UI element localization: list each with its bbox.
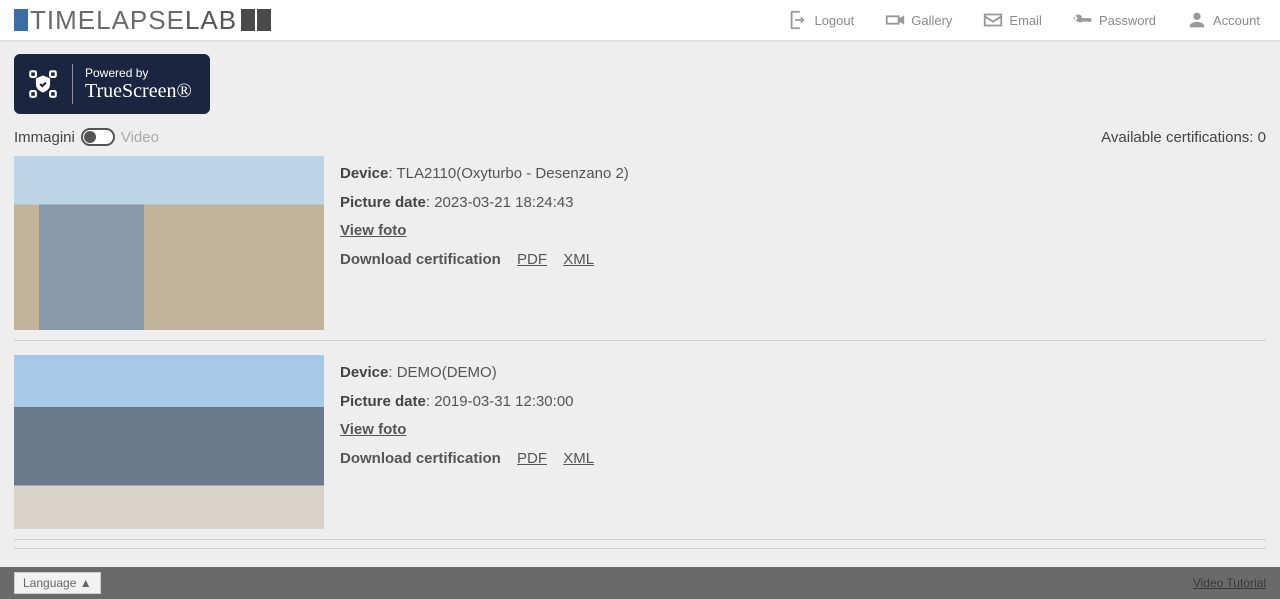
list-item: Device: TLA2110(Oxyturbo - Desenzano 2) … [14,152,1266,341]
nav-logout-label: Logout [814,13,854,28]
video-tutorial-link[interactable]: Video Tutorial [1193,576,1266,590]
nav-account[interactable]: Account [1186,9,1260,31]
picture-date-value: 2019-03-31 12:30:00 [434,393,573,410]
email-icon [982,9,1004,31]
picture-date-label: Picture date [340,194,426,211]
device-label: Device [340,165,388,182]
account-icon [1186,9,1208,31]
nav-account-label: Account [1213,13,1260,28]
logo-text-2: LAB [185,5,237,36]
footer: Language ▲ Video Tutorial [0,567,1280,599]
header: TIMELAPSELAB Logout Gallery Email Passwo… [0,0,1280,42]
download-cert-label: Download certification [340,450,501,467]
nav-logout[interactable]: Logout [787,9,854,31]
crane-graphic [84,361,204,441]
content: Powered by TrueScreen® Immagini Video Av… [0,42,1280,549]
entry-meta: Device: DEMO(DEMO) Picture date: 2019-03… [340,355,606,529]
truescreen-name: TrueScreen® [85,80,192,103]
device-value: TLA2110(Oxyturbo - Desenzano 2) [396,165,628,182]
view-foto-link[interactable]: View foto [340,421,406,438]
download-xml-link[interactable]: XML [563,450,594,467]
logo-text-1: TIMELAPSE [30,5,185,36]
key-icon [1072,9,1094,31]
logo-square-blue [14,9,28,31]
download-xml-link[interactable]: XML [563,251,594,268]
available-cert-count: 0 [1258,129,1266,146]
nav-password[interactable]: Password [1072,9,1156,31]
logo-square-dark-1 [241,9,255,31]
device-label: Device [340,364,388,381]
download-cert-label: Download certification [340,251,501,268]
download-pdf-link[interactable]: PDF [517,251,547,268]
nav-email-label: Email [1009,13,1042,28]
top-nav: Logout Gallery Email Password Account [787,9,1260,31]
immagini-label: Immagini [14,129,75,146]
badge-divider [72,64,73,104]
logo-square-dark-2 [257,9,271,31]
language-label: Language ▲ [23,576,92,590]
filter-row: Immagini Video Available certifications:… [14,128,1266,146]
camera-icon [884,9,906,31]
powered-by-label: Powered by [85,66,192,80]
logout-icon [787,9,809,31]
entry-meta: Device: TLA2110(Oxyturbo - Desenzano 2) … [340,156,629,330]
picture-date-label: Picture date [340,393,426,410]
toggle-switch[interactable] [81,128,115,146]
list-item: Device: DEMO(DEMO) Picture date: 2019-03… [14,341,1266,540]
video-label: Video [121,129,159,146]
separator [14,548,1266,549]
media-toggle: Immagini Video [14,128,159,146]
shield-icon [26,67,60,101]
logo[interactable]: TIMELAPSELAB [14,5,273,36]
available-certifications: Available certifications: 0 [1101,129,1266,146]
badge-text: Powered by TrueScreen® [85,66,192,103]
nav-gallery-label: Gallery [911,13,952,28]
available-cert-label: Available certifications: [1101,129,1253,146]
nav-password-label: Password [1099,13,1156,28]
device-value: DEMO(DEMO) [397,364,497,381]
nav-gallery[interactable]: Gallery [884,9,952,31]
download-pdf-link[interactable]: PDF [517,450,547,467]
thumbnail[interactable] [14,156,324,330]
language-button[interactable]: Language ▲ [14,572,101,594]
nav-email[interactable]: Email [982,9,1042,31]
truescreen-badge: Powered by TrueScreen® [14,54,210,114]
picture-date-value: 2023-03-21 18:24:43 [434,194,573,211]
view-foto-link[interactable]: View foto [340,222,406,239]
thumbnail[interactable] [14,355,324,529]
